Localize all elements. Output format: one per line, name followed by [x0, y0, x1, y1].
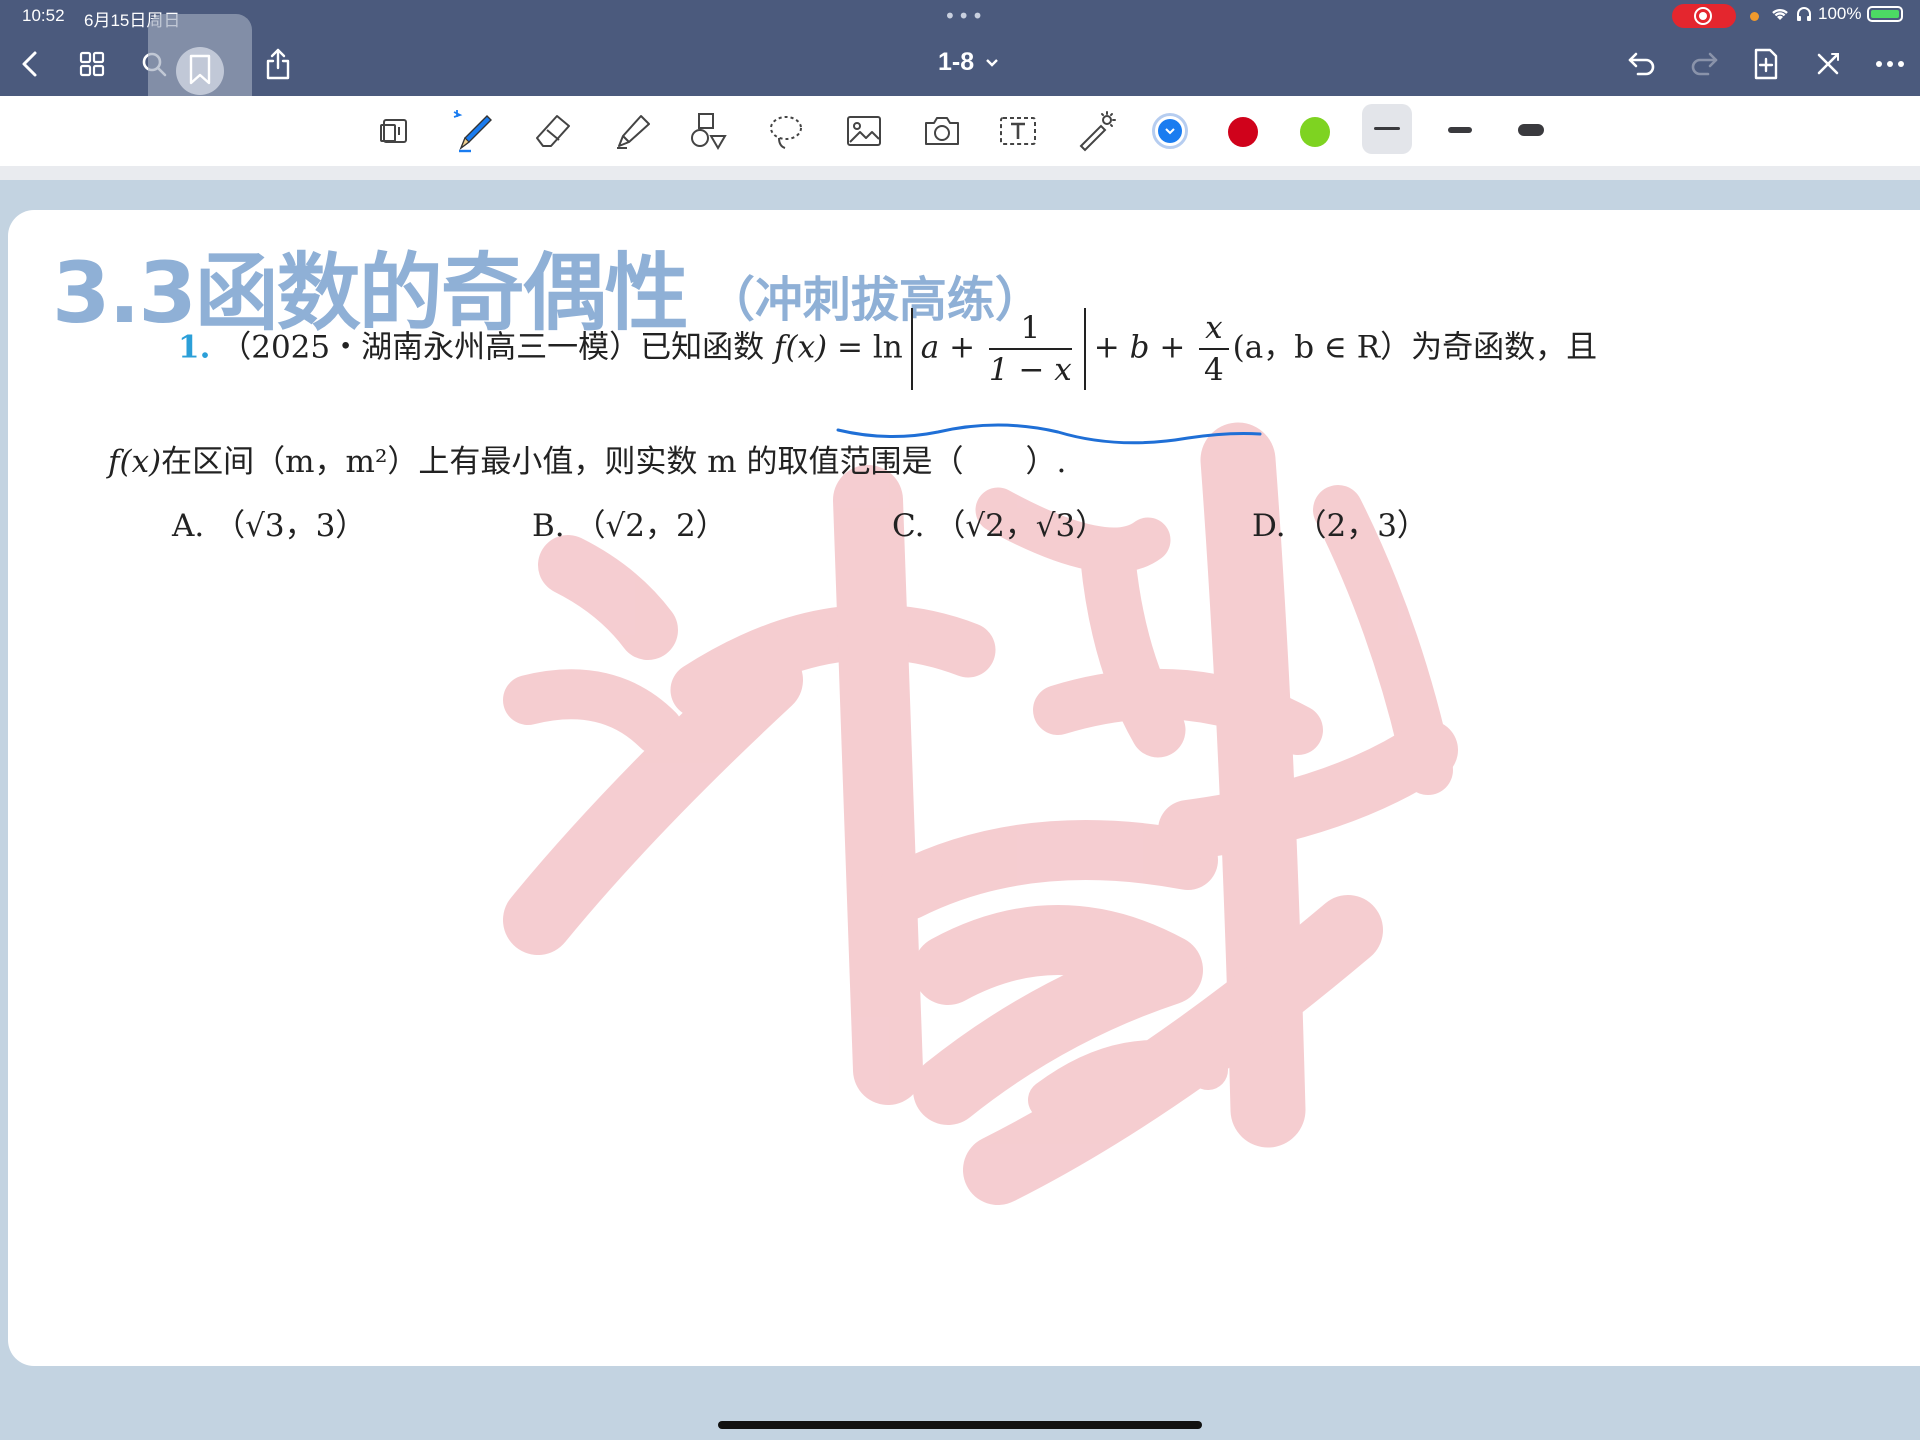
fraction-1-numerator: 1 [988, 308, 1072, 350]
choice-d[interactable]: D. （2，3） [1252, 500, 1428, 545]
lasso-icon[interactable] [758, 104, 814, 158]
status-right: 100% [1770, 4, 1904, 24]
add-page-icon[interactable] [1746, 44, 1786, 84]
question-line-2-text: 在区间（m，m²）上有最小值，则实数 m 的取值范围是（ ）. [161, 444, 1067, 480]
question-line-2: f(x)在区间（m，m²）上有最小值，则实数 m 的取值范围是（ ）. [108, 436, 1066, 481]
text-box-icon[interactable] [990, 104, 1046, 158]
top-bar: 10:52 6月15日周日 ••• 100% 1-8 [0, 0, 1920, 120]
share-icon[interactable] [258, 44, 298, 84]
stroke-medium-button[interactable] [1448, 127, 1472, 133]
choice-b-letter: B. [532, 508, 565, 544]
choice-d-letter: D. [1252, 508, 1286, 544]
redo-icon[interactable] [1684, 44, 1724, 84]
headphones-icon [1797, 7, 1811, 21]
function-name-2: f(x) [108, 444, 162, 480]
color-swatch-red[interactable] [1228, 117, 1258, 147]
camera-icon[interactable] [914, 104, 970, 158]
annotation-toolbar [0, 96, 1920, 167]
abs-bar-left [910, 308, 913, 390]
plus-b-term: + b + [1093, 329, 1186, 366]
wifi-icon [1772, 8, 1788, 20]
document-title-text: 1-8 [938, 48, 975, 76]
back-icon[interactable] [10, 44, 50, 84]
question-line-1: 1. （2025・湖南永州高三一模）已知函数 f(x) = ln a + 11 −… [178, 308, 1597, 390]
color-swatch-blue[interactable] [1152, 113, 1188, 149]
chevron-down-icon [986, 59, 998, 68]
fraction-1: 11 − x [988, 308, 1072, 390]
choice-c-letter: C. [892, 508, 925, 544]
pen-icon[interactable] [446, 104, 502, 158]
choice-d-text: （2，3） [1295, 508, 1428, 544]
bookmark-icon [189, 54, 211, 85]
fraction-2-numerator: x [1199, 308, 1229, 350]
document-title[interactable]: 1-8 [938, 48, 999, 77]
fraction-2-denominator: 4 [1204, 352, 1224, 388]
abs-bar-right [1083, 308, 1086, 390]
screen-recording-indicator[interactable] [1672, 4, 1736, 28]
function-name: f(x) [774, 329, 828, 366]
question-number: 1. [178, 329, 211, 366]
home-indicator[interactable] [718, 1421, 1202, 1429]
color-swatch-green[interactable] [1300, 117, 1330, 147]
fraction-2: x4 [1199, 308, 1229, 390]
close-icon[interactable] [1808, 44, 1848, 84]
question-condition: (a，b ∈ R）为奇函数，且 [1232, 329, 1598, 366]
fraction-1-denominator: 1 − x [988, 352, 1072, 388]
equals-ln: = ln [837, 329, 903, 366]
choice-b[interactable]: B. （√2，2） [532, 500, 727, 545]
grid-icon[interactable] [72, 44, 112, 84]
page-edge [0, 166, 1920, 180]
stroke-thin-button[interactable] [1362, 104, 1412, 154]
battery-percent: 100% [1818, 4, 1862, 23]
status-time: 10:52 [22, 6, 65, 25]
image-icon[interactable] [836, 104, 892, 158]
stroke-thick-button[interactable] [1518, 124, 1544, 136]
shapes-icon[interactable] [680, 104, 736, 158]
mic-in-use-icon [1750, 12, 1759, 21]
undo-icon[interactable] [1622, 44, 1662, 84]
more-icon[interactable] [1870, 44, 1910, 84]
laser-pointer-icon[interactable] [1068, 104, 1124, 158]
eraser-icon[interactable] [526, 104, 582, 158]
battery-icon [1867, 6, 1904, 22]
question-source: （2025・湖南永州高三一模）已知函数 [220, 329, 765, 366]
choice-a-letter: A. [172, 508, 205, 544]
choice-a[interactable]: A. （√3，3） [172, 500, 366, 545]
choice-c[interactable]: C. （√2，√3） [892, 500, 1106, 545]
choice-a-text: （√3，3） [214, 508, 367, 544]
choice-b-text: （√2，2） [574, 508, 727, 544]
abs-a-term: a + [920, 329, 976, 366]
highlighter-icon[interactable] [604, 104, 660, 158]
chevron-down-icon [1165, 128, 1175, 135]
multitask-dots-icon[interactable]: ••• [944, 4, 985, 28]
choice-c-text: （√2，√3） [934, 508, 1107, 544]
document-page[interactable]: 3.3函数的奇偶性 （冲刺拔高练） 1. （2025・湖南永州高三一模）已知函数 … [8, 210, 1920, 1366]
reading-mode-icon[interactable] [366, 104, 422, 158]
